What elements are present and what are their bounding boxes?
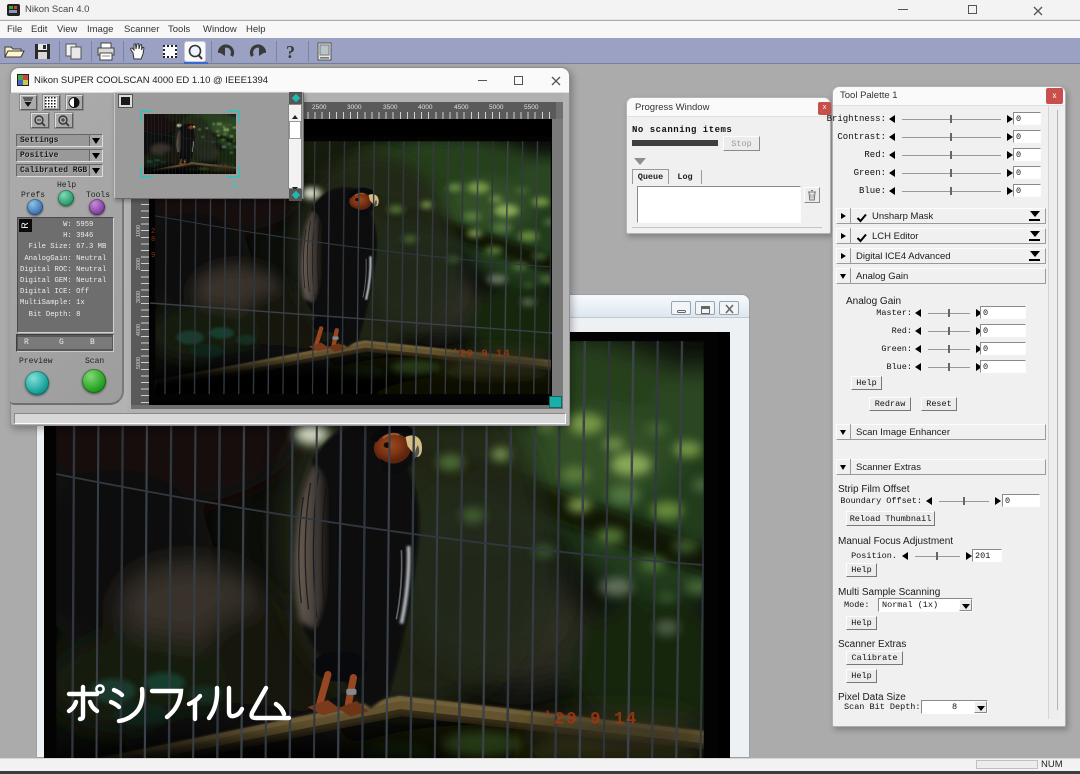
svg-text:?: ? <box>286 42 295 62</box>
